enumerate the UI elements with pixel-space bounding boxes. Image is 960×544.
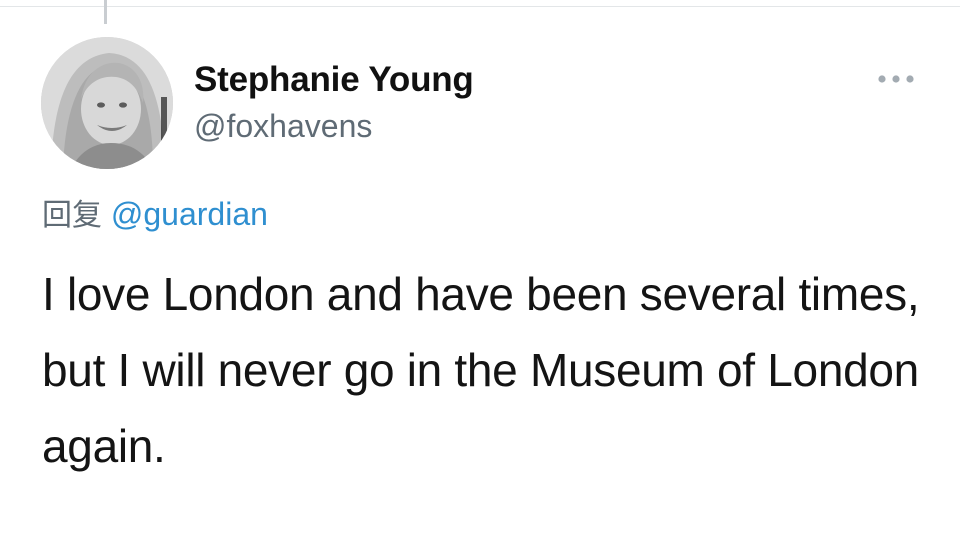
replying-to-line: 回复 @guardian <box>42 190 268 234</box>
more-options-icon[interactable] <box>874 66 918 92</box>
tweet-text: I love London and have been several time… <box>42 268 920 472</box>
divider-line <box>0 6 960 7</box>
thread-connector-line <box>104 0 107 24</box>
author-display-name[interactable]: Stephanie Young <box>194 60 474 100</box>
avatar-image <box>41 37 173 169</box>
reply-mention-link[interactable]: @guardian <box>111 196 268 232</box>
author-handle[interactable]: @foxhavens <box>194 108 372 145</box>
reply-prefix: 回复 <box>42 198 102 233</box>
avatar[interactable] <box>41 37 173 169</box>
